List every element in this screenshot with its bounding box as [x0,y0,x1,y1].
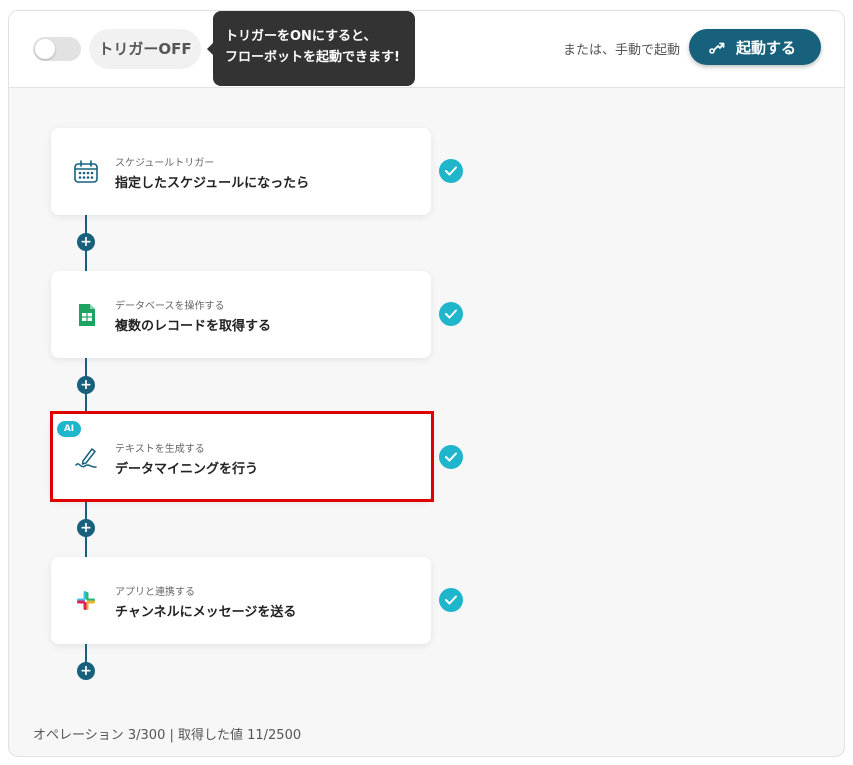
check-icon [439,445,463,469]
step-title: 複数のレコードを取得する [115,319,272,334]
step-card-send-message[interactable]: アプリと連携する チャンネルにメッセージを送る [51,557,431,644]
step-title: チャンネルにメッセージを送る [115,605,297,620]
add-step-button[interactable]: + [77,519,95,537]
header-bar: トリガーOFF トリガーをONにすると、 フローボットを起動できます! または、… [9,11,844,88]
tooltip-line-1: トリガーをONにすると、 [225,29,377,44]
route-icon [709,42,725,54]
tooltip-arrow [207,42,214,56]
step-card-get-records[interactable]: データベースを操作する 複数のレコードを取得する [51,271,431,358]
selection-highlight [50,411,434,502]
check-icon [439,588,463,612]
add-step-button[interactable]: + [77,376,95,394]
trigger-toggle[interactable] [33,37,81,61]
check-icon [439,159,463,183]
start-button[interactable]: 起動する [689,29,821,65]
step-subtitle: データベースを操作する [115,301,225,312]
tooltip-line-2: フローボットを起動できます! [225,50,400,65]
start-button-label: 起動する [736,39,797,57]
google-sheets-icon [79,304,95,326]
add-step-button[interactable]: + [77,233,95,251]
step-title: 指定したスケジュールになったら [115,176,310,191]
flowbot-editor: トリガーOFF トリガーをONにすると、 フローボットを起動できます! または、… [8,10,845,757]
toggle-knob [35,39,55,59]
step-card-schedule-trigger[interactable]: スケジュールトリガー 指定したスケジュールになったら [51,128,431,215]
add-step-button[interactable]: + [77,662,95,680]
ai-badge: AI [57,421,81,437]
trigger-tooltip: トリガーをONにすると、 フローボットを起動できます! [207,11,415,86]
manual-start-text: または、手動で起動 [562,43,680,58]
usage-status: オペレーション 3/300 | 取得した値 11/2500 [33,728,302,743]
calendar-icon [74,160,98,183]
step-subtitle: スケジュールトリガー [115,158,215,169]
step-subtitle: アプリと連携する [115,587,195,598]
slack-icon [77,591,95,610]
trigger-status-label: トリガーOFF [89,29,201,69]
check-icon [439,302,463,326]
